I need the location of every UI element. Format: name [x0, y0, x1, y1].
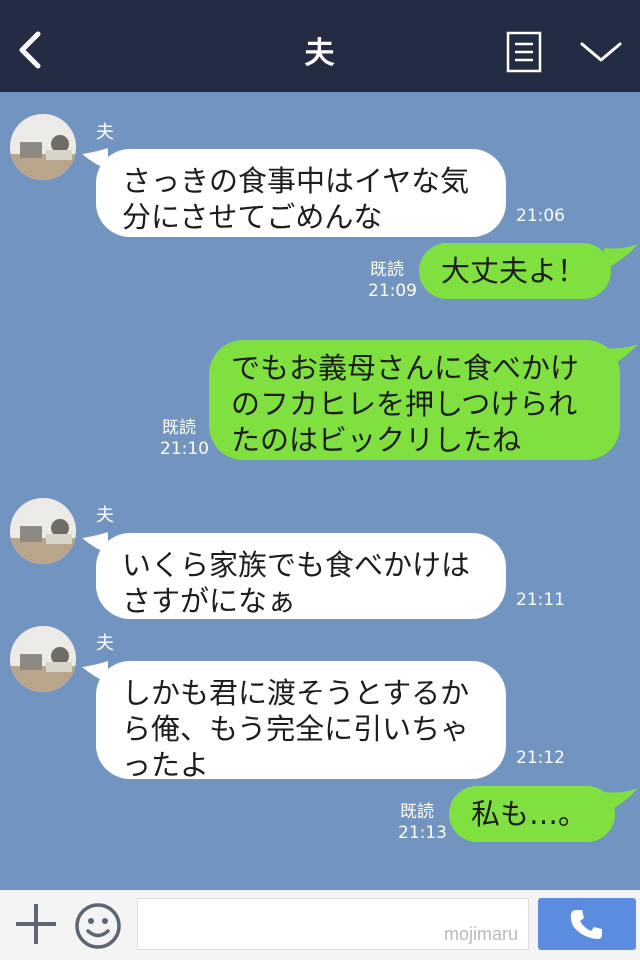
- message-text: さすがになぁ: [122, 584, 297, 618]
- bubble-tail: [604, 344, 638, 370]
- message-time: 21:12: [516, 748, 565, 768]
- message-bubble[interactable]: 私も…。: [449, 786, 615, 842]
- message-text: たのはビックリしたね: [231, 423, 522, 457]
- smiley-icon[interactable]: [74, 902, 122, 950]
- message-text: しかも君に渡そうとするか: [122, 676, 470, 710]
- message-time: 21:13: [398, 823, 447, 843]
- message-bubble[interactable]: でもお義母さんに食べかけ のフカヒレを押しつけられ たのはビックリしたね: [209, 340, 620, 460]
- watermark-text: mojimaru: [443, 924, 518, 944]
- message-bubble[interactable]: しかも君に渡そうとするか ら俺、もう完全に引いちゃ ったよ: [96, 661, 506, 782]
- message-text: 大丈夫よ！: [441, 254, 587, 288]
- bubble-tail: [604, 244, 638, 270]
- avatar[interactable]: [10, 498, 76, 564]
- message-input[interactable]: mojimaru: [137, 898, 529, 950]
- read-receipt: 既読: [370, 260, 404, 280]
- avatar[interactable]: [10, 114, 76, 180]
- input-bar: mojimaru: [0, 890, 640, 960]
- message-bubble[interactable]: さっきの食事中はイヤな気 分にさせてごめんな: [96, 149, 506, 237]
- sender-name: 夫: [96, 122, 114, 143]
- message-time: 21:06: [516, 206, 565, 226]
- bubble-tail: [604, 788, 638, 814]
- message-text: 分にさせてごめんな: [122, 200, 383, 234]
- phone-icon: [570, 910, 602, 939]
- avatar[interactable]: [10, 626, 76, 692]
- message-bubble[interactable]: 大丈夫よ！: [419, 243, 611, 299]
- read-receipt: 既読: [400, 802, 434, 822]
- message-text: ら俺、もう完全に引いちゃ: [122, 712, 470, 746]
- call-button[interactable]: [538, 898, 636, 950]
- message-text: のフカヒレを押しつけられ: [231, 387, 578, 421]
- sender-name: 夫: [96, 505, 114, 526]
- message-text: 私も…。: [471, 797, 588, 831]
- message-bubble[interactable]: いくら家族でも食べかけは さすがになぁ: [96, 533, 506, 619]
- message-text: ったよ: [122, 748, 210, 782]
- read-receipt: 既読: [162, 418, 196, 438]
- message-text: さっきの食事中はイヤな気: [122, 164, 470, 198]
- message-time: 21:09: [368, 281, 417, 301]
- message-time: 21:11: [516, 590, 565, 610]
- message-text: いくら家族でも食べかけは: [122, 548, 471, 582]
- sender-name: 夫: [96, 633, 114, 654]
- plus-icon[interactable]: [14, 902, 58, 946]
- chat-area[interactable]: 夫 さっきの食事中はイヤな気 分にさせてごめんな 21:06 既読 21:09 …: [0, 0, 640, 890]
- message-time: 21:10: [160, 439, 209, 459]
- message-text: でもお義母さんに食べかけ: [231, 351, 580, 385]
